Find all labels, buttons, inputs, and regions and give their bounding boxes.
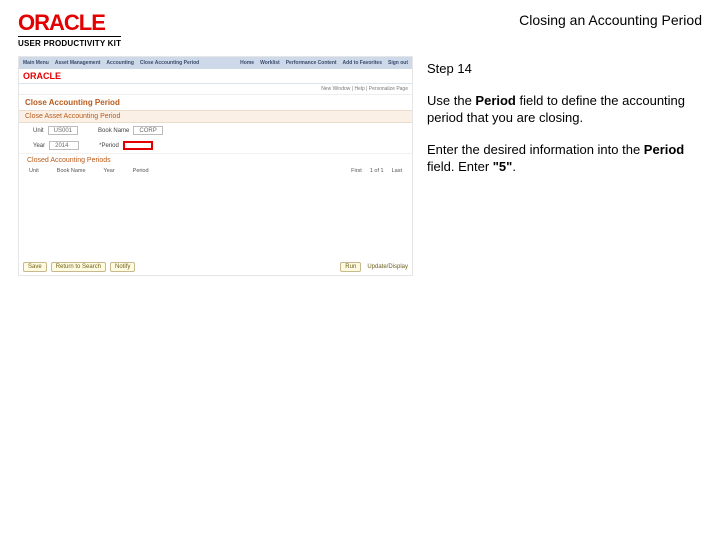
field-unit[interactable]: US001 xyxy=(48,126,78,135)
topbar-link-worklist: Worklist xyxy=(260,60,280,66)
field-year[interactable]: 2014 xyxy=(49,141,79,150)
topbar-link-home: Home xyxy=(240,60,254,66)
app-meta-links: New Window | Help | Personalize Page xyxy=(19,84,412,95)
pager-last: Last xyxy=(392,168,402,174)
p2-c: . xyxy=(512,159,516,174)
instruction-paragraph-1: Use the Period field to define the accou… xyxy=(427,92,702,127)
col-year: Year xyxy=(104,168,115,174)
brand-block: ORACLE USER PRODUCTIVITY KIT xyxy=(18,12,121,48)
chip-notify[interactable]: Notify xyxy=(110,262,135,272)
col-unit: Unit xyxy=(29,168,39,174)
p1-bold: Period xyxy=(475,93,515,108)
instruction-panel: Step 14 Use the Period field to define t… xyxy=(427,56,702,276)
app-section-title: Close Accounting Period xyxy=(19,95,412,110)
topbar-crumb-1: Accounting xyxy=(106,60,134,66)
embedded-screenshot: Main Menu Asset Management Accounting Cl… xyxy=(18,56,413,276)
table-header: Unit Book Name Year Period First 1 of 1 … xyxy=(19,167,412,175)
chip-save[interactable]: Save xyxy=(23,262,47,272)
brand-subline: USER PRODUCTIVITY KIT xyxy=(18,36,121,48)
pager-first: First xyxy=(351,168,362,174)
topbar-link-signout: Sign out xyxy=(388,60,408,66)
oracle-logo: ORACLE xyxy=(18,12,121,34)
step-label: Step 14 xyxy=(427,60,702,78)
page-title: Closing an Accounting Period xyxy=(519,12,702,28)
p2-bold2: "5" xyxy=(493,159,513,174)
field-period[interactable] xyxy=(123,141,153,150)
app-topbar: Main Menu Asset Management Accounting Cl… xyxy=(19,57,412,69)
field-book[interactable]: CORP xyxy=(133,126,163,135)
closed-periods-heading: Closed Accounting Periods xyxy=(19,153,412,167)
label-year: Year xyxy=(33,143,45,149)
label-unit: Unit xyxy=(33,128,44,134)
chip-return[interactable]: Return to Search xyxy=(51,262,106,272)
col-period: Period xyxy=(133,168,149,174)
app-subtab: Close Asset Accounting Period xyxy=(19,110,412,123)
label-period: *Period xyxy=(99,143,119,149)
topbar-crumb-2: Close Accounting Period xyxy=(140,60,199,66)
topbar-link-fav: Add to Favorites xyxy=(343,60,382,66)
chip-run[interactable]: Run xyxy=(340,262,361,272)
topbar-crumb-0: Asset Management xyxy=(55,60,101,66)
p2-a: Enter the desired information into the xyxy=(427,142,644,157)
topbar-mainmenu: Main Menu xyxy=(23,60,49,66)
p2-b: field. Enter xyxy=(427,159,493,174)
label-book: Book Name xyxy=(98,128,129,134)
col-book: Book Name xyxy=(57,168,86,174)
topbar-link-perf: Performance Content xyxy=(286,60,337,66)
app-oracle-logo: ORACLE xyxy=(19,69,412,84)
p2-bold1: Period xyxy=(644,142,684,157)
pager-pos: 1 of 1 xyxy=(370,168,384,174)
p1-a: Use the xyxy=(427,93,475,108)
status-update-display: Update/Display xyxy=(367,264,408,270)
instruction-paragraph-2: Enter the desired information into the P… xyxy=(427,141,702,176)
